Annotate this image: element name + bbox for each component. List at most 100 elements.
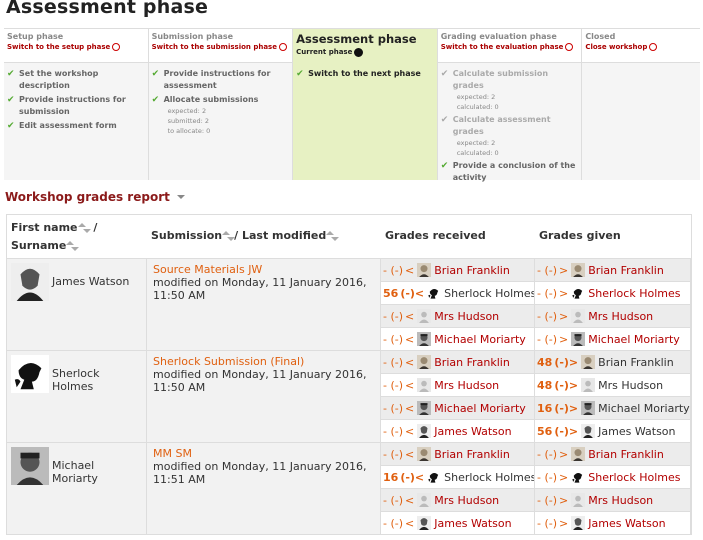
reviewer-name[interactable]: Michael Moriarty [588, 333, 680, 346]
submission-link[interactable]: MM SM [153, 447, 374, 460]
grade-value: - (-) [383, 263, 404, 277]
reviewer-name[interactable]: Michael Moriarty [434, 402, 526, 415]
grade-entry[interactable]: - (-) > Brian Franklin [535, 259, 691, 282]
switch-evaluation-phase-link[interactable]: Switch to the evaluation phase [441, 42, 579, 52]
sort-icon[interactable] [222, 231, 236, 241]
submission-link[interactable]: Sherlock Submission (Final) [153, 355, 374, 368]
reviewer-name[interactable]: James Watson [434, 425, 511, 438]
grade-value: - (-) [383, 401, 404, 415]
reviewer-name[interactable]: Michael Moriarty [598, 402, 690, 415]
grade-entry[interactable]: 48 (-)> Brian Franklin [535, 351, 691, 374]
reviewer-name[interactable]: Sherlock Holmes [444, 287, 534, 300]
grade-entry[interactable]: - (-) > James Watson [535, 512, 691, 535]
holmes-silhouette-icon [571, 286, 586, 300]
grade-entry[interactable]: - (-) < Brian Franklin [381, 259, 535, 282]
reviewer-name[interactable]: Michael Moriarty [434, 333, 526, 346]
grade-entry[interactable]: 16 (-)> Michael Moriarty [535, 397, 691, 420]
phase-assessment: Assessment phase Current phase ✔ Switch t… [293, 29, 438, 180]
switch-phase-icon[interactable] [278, 43, 287, 51]
grade-entry[interactable]: - (-) > Mrs Hudson [535, 489, 691, 512]
grade-entry[interactable]: - (-) > Mrs Hudson [535, 305, 691, 328]
sort-first-name[interactable]: First name [11, 221, 78, 234]
reviewer-name[interactable]: Sherlock Holmes [588, 287, 680, 300]
reviewer-name[interactable]: Mrs Hudson [434, 379, 499, 392]
grade-entry[interactable]: - (-) < Michael Moriarty [381, 397, 535, 420]
switch-submission-phase-link[interactable]: Switch to the submission phase [152, 42, 290, 52]
reviewer-name[interactable]: Mrs Hudson [598, 379, 663, 392]
grade-entry[interactable]: - (-) > Michael Moriarty [535, 328, 691, 351]
grade-entry[interactable]: - (-) > Sherlock Holmes [535, 466, 691, 489]
grade-entry[interactable]: - (-) < Mrs Hudson [381, 305, 535, 328]
grade-separator: < [405, 447, 415, 461]
watson-avatar-icon [417, 516, 432, 530]
grade-entry[interactable]: - (-) < James Watson [381, 420, 535, 443]
grade-entry[interactable]: 16 (-)< Sherlock Holmes [381, 466, 535, 489]
task-detail: expected: 2 [456, 139, 496, 147]
blank-avatar-icon [417, 493, 432, 507]
grade-entry[interactable]: - (-) < Brian Franklin [381, 443, 535, 466]
phase-name: Setup phase [7, 32, 64, 41]
holmes-silhouette-icon [427, 470, 442, 484]
chevron-down-icon[interactable] [176, 195, 185, 199]
reviewer-name[interactable]: Mrs Hudson [588, 494, 653, 507]
check-icon: ✔ [7, 95, 15, 105]
submission-link[interactable]: Source Materials JW [153, 263, 374, 276]
reviewer-name[interactable]: Mrs Hudson [434, 310, 499, 323]
grade-entry[interactable]: 56 (-)< Sherlock Holmes [381, 282, 535, 305]
close-workshop-link[interactable]: Close workshop [585, 42, 697, 52]
reviewer-name[interactable]: Brian Franklin [434, 264, 510, 277]
reviewer-name[interactable]: Sherlock Holmes [588, 471, 680, 484]
sort-surname[interactable]: Surname [11, 239, 66, 252]
check-icon: ✔ [151, 69, 160, 79]
switch-setup-phase-link[interactable]: Switch to the setup phase [7, 42, 145, 52]
reviewer-name[interactable]: Brian Franklin [434, 356, 510, 369]
grade-entry[interactable]: - (-) < Michael Moriarty [381, 328, 535, 351]
switch-phase-icon[interactable] [649, 43, 658, 51]
switch-phase-icon[interactable] [565, 43, 574, 51]
task-item: ✔ Edit assessment form [7, 121, 117, 131]
grade-separator: > [559, 286, 569, 300]
grade-value: - (-) [383, 424, 404, 438]
reviewer-name[interactable]: Sherlock Holmes [444, 471, 534, 484]
grade-value: 48 [537, 378, 553, 392]
grade-entry[interactable]: - (-) < Brian Franklin [381, 351, 535, 374]
reviewer-name[interactable]: Mrs Hudson [434, 494, 499, 507]
blank-avatar-icon [571, 493, 586, 507]
sort-icon[interactable] [66, 241, 80, 251]
sort-icon[interactable] [326, 231, 340, 241]
reviewer-name[interactable]: Mrs Hudson [588, 310, 653, 323]
grade-entry[interactable]: - (-) < Mrs Hudson [381, 374, 535, 397]
grades-report-toggle[interactable]: Workshop grades report [5, 190, 185, 204]
watson-portrait-icon [11, 263, 49, 301]
submission-modified: modified on Monday, 11 January 2016, 11:… [153, 276, 367, 302]
grade-separator: < [405, 309, 415, 323]
grade-entry[interactable]: - (-) > Brian Franklin [535, 443, 691, 466]
sort-icon[interactable] [77, 223, 91, 233]
reviewer-name[interactable]: James Watson [598, 425, 675, 438]
check-icon: ✔ [440, 69, 449, 79]
header-name: First name / Surname [7, 215, 147, 258]
switch-next-phase-link[interactable]: ✔ Switch to the next phase [296, 68, 434, 80]
grade-entry[interactable]: - (-) < Mrs Hudson [381, 489, 535, 512]
grade-value: - (-) [383, 516, 404, 530]
sort-submission[interactable]: Submission [151, 229, 222, 242]
grade-entry[interactable]: - (-) < James Watson [381, 512, 535, 535]
switch-phase-icon[interactable] [112, 43, 121, 51]
grade-entry[interactable]: - (-) > Sherlock Holmes [535, 282, 691, 305]
grade-entry[interactable]: 48 (-)> Mrs Hudson [535, 374, 691, 397]
grade-separator: > [559, 263, 569, 277]
reviewer-name[interactable]: James Watson [434, 517, 511, 530]
reviewer-name[interactable]: Brian Franklin [434, 448, 510, 461]
reviewer-name[interactable]: James Watson [588, 517, 665, 530]
franklin-avatar-icon [417, 355, 432, 369]
grade-value: - (-) [383, 309, 404, 323]
grade-separator: > [559, 332, 569, 346]
reviewer-name[interactable]: Brian Franklin [598, 356, 674, 369]
phase-name: Grading evaluation phase [440, 32, 557, 41]
grade-entry[interactable]: 56 (-)> James Watson [535, 420, 691, 443]
reviewer-name[interactable]: Brian Franklin [588, 264, 664, 277]
reviewer-name[interactable]: Brian Franklin [588, 448, 664, 461]
author-name: Michael Moriarty [52, 459, 98, 485]
sort-last-modified[interactable]: / Last modified [234, 229, 326, 242]
grade-value: 56 [383, 286, 399, 300]
